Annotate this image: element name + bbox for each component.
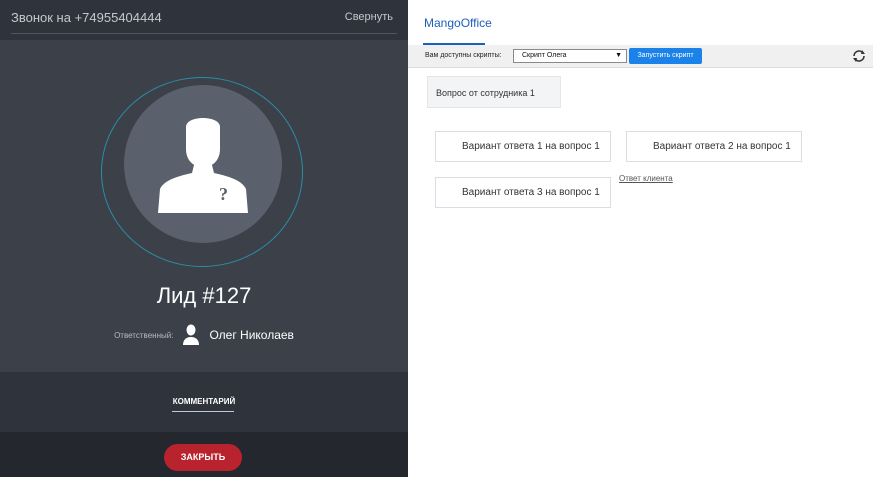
close-button[interactable]: ЗАКРЫТЬ: [164, 444, 242, 471]
answer-option-1[interactable]: Вариант ответа 1 на вопрос 1: [435, 131, 611, 162]
client-answer-link[interactable]: Ответ клиента: [619, 174, 673, 183]
unknown-person-icon: ?: [158, 118, 248, 213]
employee-question: Вопрос от сотрудника 1: [427, 76, 561, 108]
comment-tab-underline: [172, 411, 234, 412]
dropdown-arrow-icon: ▼: [615, 52, 622, 59]
answer-option-2[interactable]: Вариант ответа 2 на вопрос 1: [626, 131, 802, 162]
comment-tab[interactable]: КОММЕНТАРИЙ: [0, 397, 408, 406]
refresh-icon[interactable]: [851, 48, 867, 64]
script-select[interactable]: Скрипт Олега ▼: [513, 49, 627, 63]
selected-script-value: Скрипт Олега: [522, 52, 567, 59]
collapse-button[interactable]: Свернуть: [345, 11, 393, 23]
responsible-name: Олег Николаев: [209, 328, 294, 342]
call-phone-label: Звонок на +74955404444: [11, 10, 162, 25]
unknown-person-avatar: ?: [124, 85, 282, 243]
svg-text:?: ?: [219, 184, 228, 204]
run-script-button[interactable]: Запустить скрипт: [629, 48, 702, 64]
call-panel: Звонок на +74955404444 Свернуть ? Лид #1…: [0, 0, 408, 477]
responsible-label: Ответственный:: [114, 330, 174, 340]
responsible-row: Ответственный: Олег Николаев: [0, 324, 408, 346]
script-panel: MangoOffice Вам доступны скрипты: Скрипт…: [408, 0, 873, 477]
tab-mangooffice[interactable]: MangoOffice: [424, 16, 492, 30]
answer-option-3[interactable]: Вариант ответа 3 на вопрос 1: [435, 177, 611, 208]
user-icon: [183, 324, 200, 345]
available-scripts-label: Вам доступны скрипты:: [425, 52, 502, 59]
lead-title: Лид #127: [156, 283, 252, 308]
header-divider: [11, 33, 397, 34]
